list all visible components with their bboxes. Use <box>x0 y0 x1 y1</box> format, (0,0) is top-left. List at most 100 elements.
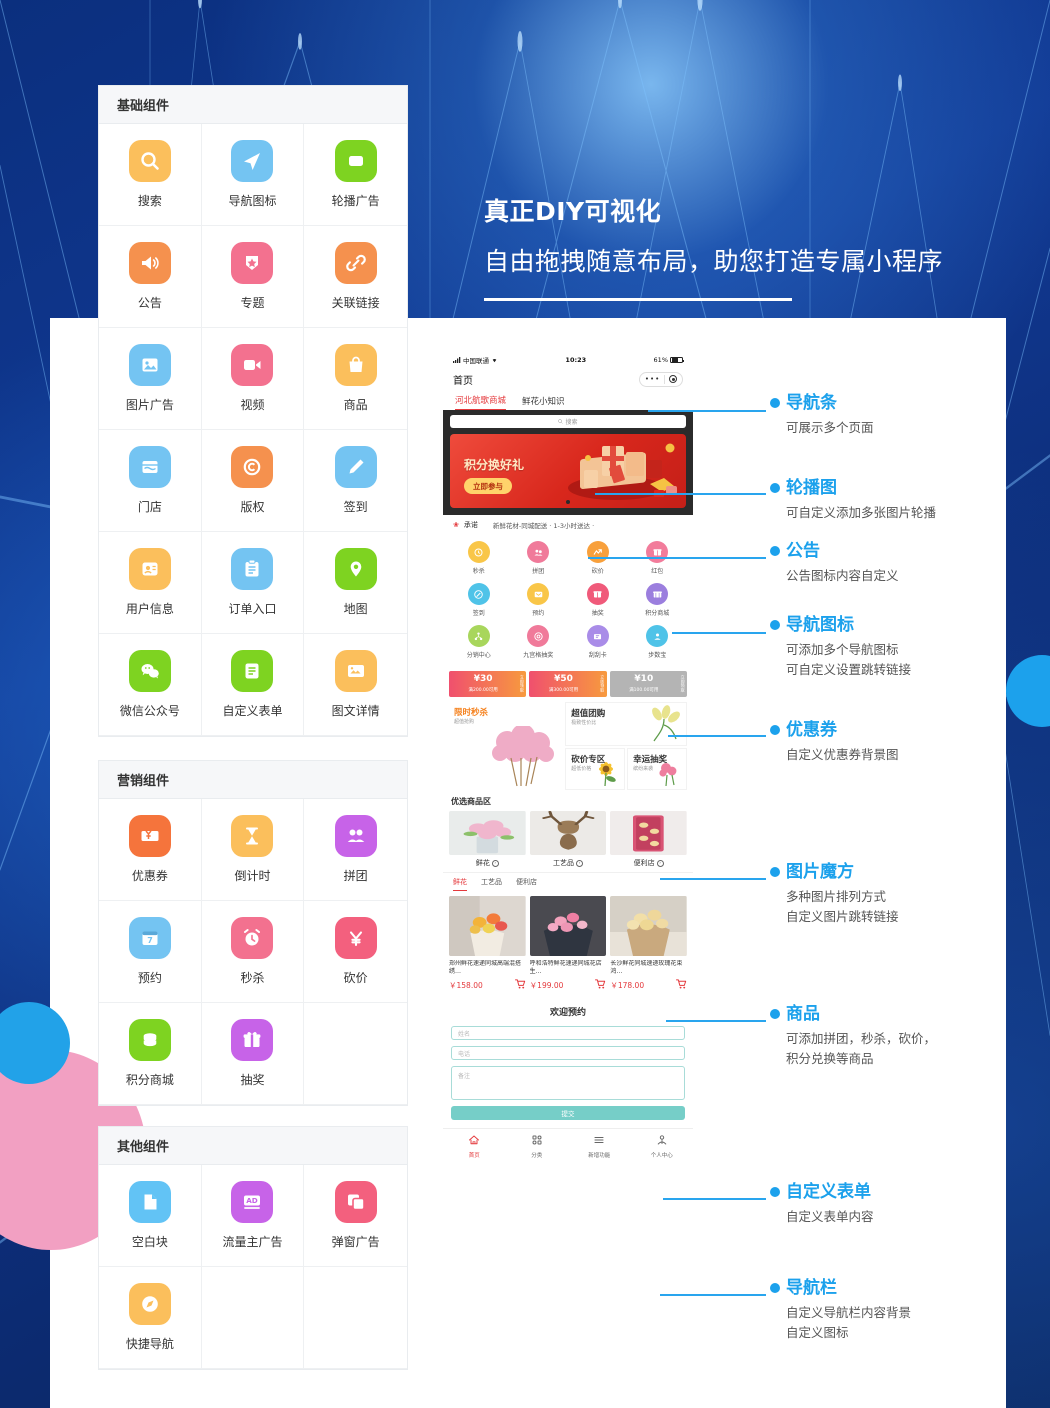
phone-coupon-0[interactable]: ¥30 满200.00可用 立即领取 <box>449 671 527 697</box>
component-yuan-icon[interactable]: 砍价 <box>304 901 407 1003</box>
component-video-icon[interactable]: 视频 <box>201 328 305 430</box>
cart-icon[interactable] <box>514 979 526 991</box>
phone-bottom-nav-1[interactable]: 分类 <box>506 1134 569 1159</box>
banner-cta-button[interactable]: 立即参与 <box>464 478 512 494</box>
cube-cell-lucky-draw[interactable]: 幸运抽奖 缤纷来袭 <box>627 748 688 790</box>
more-dots-icon[interactable]: ••• <box>645 375 660 383</box>
annotation-title-8: 导航栏 <box>786 1278 837 1298</box>
component-popup-icon[interactable]: 弹窗广告 <box>304 1165 407 1267</box>
phone-subtab-2[interactable]: 便利店 <box>516 877 537 891</box>
phone-nav-item-5[interactable]: 预约 <box>509 579 569 621</box>
close-target-icon[interactable] <box>669 375 677 383</box>
panel-header-other: 其他组件 <box>99 1127 407 1165</box>
phone-sub-tabs[interactable]: 鲜花 工艺品 便利店 <box>443 872 693 891</box>
phone-product-2[interactable]: 长沙鲜花同城速递玫瑰花束鸿… ￥178.00 <box>610 896 688 991</box>
component-megaphone-icon[interactable]: 公告 <box>99 226 202 328</box>
component-link-icon[interactable]: 关联链接 <box>304 226 407 328</box>
phone-nav-item-9[interactable]: 九宫格抽奖 <box>509 621 569 663</box>
cart-icon[interactable] <box>595 979 606 991</box>
component-article-image-icon[interactable]: 图文详情 <box>304 634 407 736</box>
component-group-buy-icon[interactable]: 拼团 <box>304 799 407 901</box>
form-submit-button[interactable]: 提交 <box>451 1106 685 1120</box>
phone-nav-item-10[interactable]: 刮刮卡 <box>568 621 628 663</box>
person-icon <box>656 1134 668 1148</box>
form-remark-field[interactable]: 备注 <box>451 1066 685 1100</box>
component-user-card-icon[interactable]: 用户信息 <box>99 532 202 634</box>
phone-bottom-nav[interactable]: 首页 分类 新增功能 个人中心 <box>443 1128 693 1165</box>
phone-coupon-row[interactable]: ¥30 满200.00可用 立即领取 ¥50 满300.00可用 立即领取 ¥10 满100.… <box>443 669 693 702</box>
component-label: 流量主广告 <box>222 1235 283 1249</box>
annotation-title-0: 导航条 <box>786 393 837 413</box>
component-pencil-icon[interactable]: 签到 <box>304 430 407 532</box>
phone-image-cube[interactable]: 限时秒杀 超值抢购 超值团购 极致性价比 砍价专区 超低价格 幸运抽奖 缤纷来袭 <box>443 702 693 794</box>
component-paper-plane-icon[interactable]: 导航图标 <box>201 124 305 226</box>
carousel-dot[interactable] <box>566 500 570 504</box>
notice-label: 承诺 <box>463 521 478 529</box>
component-gift-icon[interactable]: 抽奖 <box>201 1003 305 1105</box>
phone-subtab-1[interactable]: 工艺品 <box>481 877 502 891</box>
coupon-amount: ¥10 <box>634 674 654 684</box>
search-icon <box>558 419 564 424</box>
cube-cell-group-buy[interactable]: 超值团购 极致性价比 <box>565 702 687 746</box>
component-search-icon[interactable]: 搜索 <box>99 124 202 226</box>
phone-nav-item-0[interactable]: 秒杀 <box>449 537 509 579</box>
phone-product-list[interactable]: 郑州鲜花速递同城高端混搭绣… ￥158.00 呼和浩特鲜花速递同城花店生… ￥199.… <box>443 891 693 995</box>
phone-nav-tabs[interactable]: 河北航歌商城 鲜花小知识 <box>443 390 693 410</box>
form-phone-field[interactable]: 电话 <box>451 1046 685 1060</box>
component-calendar-icon[interactable]: 7 预约 <box>99 901 202 1003</box>
coupon-action[interactable]: 立即领取 <box>678 671 687 697</box>
component-ad-icon[interactable]: AD 流量主广告 <box>201 1165 305 1267</box>
phone-bottom-nav-2[interactable]: 新增功能 <box>568 1134 631 1159</box>
phone-category-2[interactable]: 便利店 › <box>610 811 688 868</box>
coupon-action[interactable]: 立即领取 <box>598 671 607 697</box>
phone-subtab-0[interactable]: 鲜花 <box>453 877 467 891</box>
component-bag-icon[interactable]: 商品 <box>304 328 407 430</box>
coupon-action[interactable]: 立即领取 <box>517 671 526 697</box>
nav-label-11: 步数宝 <box>648 652 667 659</box>
phone-product-1[interactable]: 呼和浩特鲜花速递同城花店生… ￥199.00 <box>529 896 607 991</box>
phone-search-bar[interactable]: 搜索 <box>450 415 686 428</box>
phone-product-0[interactable]: 郑州鲜花速递同城高端混搭绣… ￥158.00 <box>449 896 526 991</box>
phone-nav-icon-grid[interactable]: 秒杀 拼团 砍价 红包 签到 预约 抽奖 积分商城 分销中心 九宫格抽奖 刮刮卡 步数宝 <box>443 535 693 669</box>
phone-nav-item-1[interactable]: 拼团 <box>509 537 569 579</box>
component-compass-icon[interactable]: 快捷导航 <box>99 1267 202 1369</box>
phone-nav-item-7[interactable]: 积分商城 <box>628 579 688 621</box>
phone-nav-item-6[interactable]: 抽奖 <box>568 579 628 621</box>
component-star-shield-icon[interactable]: 专题 <box>201 226 305 328</box>
category-image-0 <box>449 811 526 855</box>
component-alarm-icon[interactable]: 秒杀 <box>201 901 305 1003</box>
phone-bottom-nav-3[interactable]: 个人中心 <box>631 1134 694 1159</box>
component-image-icon[interactable]: 图片广告 <box>99 328 202 430</box>
phone-bottom-nav-0[interactable]: 首页 <box>443 1134 506 1159</box>
component-hourglass-icon[interactable]: 倒计时 <box>201 799 305 901</box>
phone-category-1[interactable]: 工艺品 › <box>529 811 607 868</box>
miniprogram-capsule[interactable]: ••• <box>638 371 683 387</box>
phone-coupon-1[interactable]: ¥50 满300.00可用 立即领取 <box>529 671 607 697</box>
component-copyright-icon[interactable]: 版权 <box>201 430 305 532</box>
phone-nav-item-8[interactable]: 分销中心 <box>449 621 509 663</box>
cube-cell-bargain[interactable]: 砍价专区 超低价格 <box>565 748 626 790</box>
component-map-pin-icon[interactable]: 地图 <box>304 532 407 634</box>
phone-tab-0[interactable]: 河北航歌商城 <box>455 394 507 410</box>
cart-icon[interactable] <box>676 979 687 991</box>
phone-nav-item-4[interactable]: 签到 <box>449 579 509 621</box>
component-carousel-icon[interactable]: 轮播广告 <box>304 124 407 226</box>
component-form-icon[interactable]: 自定义表单 <box>201 634 305 736</box>
component-coins-icon[interactable]: 积分商城 <box>99 1003 202 1105</box>
component-store-icon[interactable]: 门店 <box>99 430 202 532</box>
phone-category-row[interactable]: 鲜花 › 工艺品 › 便利店 › <box>443 811 693 872</box>
component-coupon-icon[interactable]: 优惠券 <box>99 799 202 901</box>
component-clipboard-icon[interactable]: 订单入口 <box>201 532 305 634</box>
cube-cell-large[interactable]: 限时秒杀 超值抢购 <box>449 702 564 790</box>
phone-nav-item-11[interactable]: 步数宝 <box>628 621 688 663</box>
phone-category-0[interactable]: 鲜花 › <box>449 811 526 868</box>
component-wechat-icon[interactable]: 微信公众号 <box>99 634 202 736</box>
form-name-field[interactable]: 姓名 <box>451 1026 685 1040</box>
component-blank-page-icon[interactable]: 空白块 <box>99 1165 202 1267</box>
phone-carousel-banner[interactable]: 积分换好礼 立即参与 <box>450 434 686 508</box>
phone-coupon-2[interactable]: ¥10 满100.00可用 立即领取 <box>609 671 687 697</box>
phone-tab-1[interactable]: 鲜花小知识 <box>522 395 565 410</box>
phone-custom-form[interactable]: 姓名 电话 备注 提交 <box>443 1026 693 1128</box>
nav-label-4: 签到 <box>472 610 485 617</box>
phone-notice-bar[interactable]: ❀ 承诺 新鲜花材-同城配送 · 1-3小时送达 · <box>443 515 693 535</box>
